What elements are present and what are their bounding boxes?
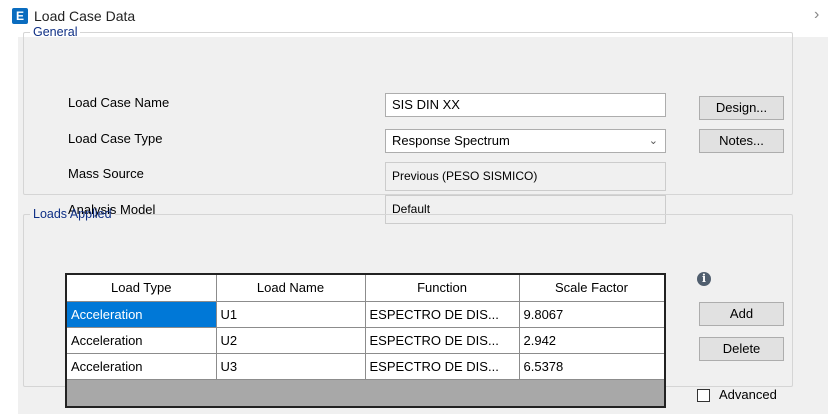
column-header-scale-factor[interactable]: Scale Factor xyxy=(519,275,664,302)
cell-load-type[interactable]: Acceleration xyxy=(67,353,217,380)
cell-load-name[interactable]: U1 xyxy=(216,301,366,328)
loads-table[interactable]: Load Type Load Name Function Scale Facto… xyxy=(65,273,666,408)
add-button[interactable]: Add xyxy=(699,302,784,326)
advanced-checkbox[interactable] xyxy=(697,389,710,402)
load-case-type-value: Response Spectrum xyxy=(392,133,510,148)
cell-load-name[interactable]: U2 xyxy=(216,327,366,354)
cell-function[interactable]: ESPECTRO DE DIS... xyxy=(365,327,520,354)
column-header-function[interactable]: Function xyxy=(365,275,520,302)
notes-button[interactable]: Notes... xyxy=(699,129,784,153)
table-row[interactable]: Acceleration U2 ESPECTRO DE DIS... 2.942 xyxy=(67,327,664,354)
general-legend: General xyxy=(33,25,78,39)
mass-source-label: Mass Source xyxy=(68,166,144,181)
load-case-name-input[interactable]: SIS DIN XX xyxy=(385,93,666,117)
column-header-load-type[interactable]: Load Type xyxy=(67,275,217,302)
mass-source-field: Previous (PESO SISMICO) xyxy=(385,162,666,191)
chevron-down-icon: ⌄ xyxy=(648,135,658,147)
load-case-name-label: Load Case Name xyxy=(68,95,170,110)
advanced-label[interactable]: Advanced xyxy=(719,387,777,402)
cell-load-type[interactable]: Acceleration xyxy=(67,301,217,328)
close-icon[interactable]: › xyxy=(814,6,819,24)
delete-button[interactable]: Delete xyxy=(699,337,784,361)
design-button[interactable]: Design... xyxy=(699,96,784,120)
table-row[interactable]: Acceleration U1 ESPECTRO DE DIS... 9.806… xyxy=(67,301,664,328)
table-row[interactable]: Acceleration U3 ESPECTRO DE DIS... 6.537… xyxy=(67,353,664,380)
cell-function[interactable]: ESPECTRO DE DIS... xyxy=(365,353,520,380)
cell-load-name[interactable]: U3 xyxy=(216,353,366,380)
table-header-row: Load Type Load Name Function Scale Facto… xyxy=(67,275,664,302)
load-case-type-dropdown[interactable]: Response Spectrum ⌄ xyxy=(385,129,666,153)
cell-function[interactable]: ESPECTRO DE DIS... xyxy=(365,301,520,328)
cell-load-type[interactable]: Acceleration xyxy=(67,327,217,354)
column-header-load-name[interactable]: Load Name xyxy=(216,275,366,302)
window-title: Load Case Data xyxy=(34,8,136,24)
cell-scale-factor[interactable]: 6.5378 xyxy=(519,353,664,380)
cell-scale-factor[interactable]: 9.8067 xyxy=(519,301,664,328)
cell-scale-factor[interactable]: 2.942 xyxy=(519,327,664,354)
app-icon: E xyxy=(12,8,28,24)
load-case-type-label: Load Case Type xyxy=(68,131,163,146)
info-icon[interactable]: i xyxy=(697,272,711,286)
loads-applied-legend: Loads Applied xyxy=(33,207,112,221)
